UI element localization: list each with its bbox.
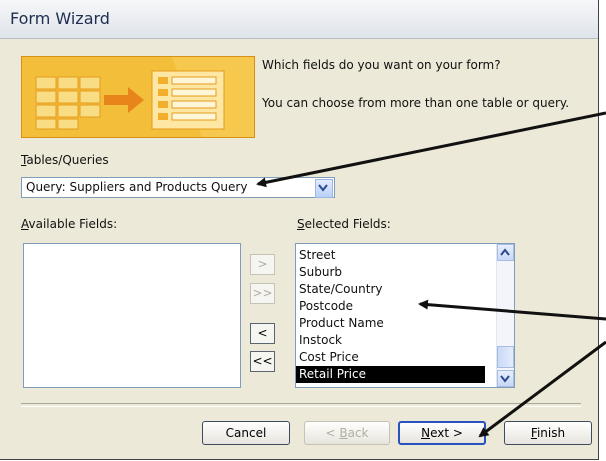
window-title: Form Wizard bbox=[10, 9, 110, 28]
scroll-up-button[interactable] bbox=[497, 244, 514, 261]
chevron-down-icon bbox=[500, 375, 510, 383]
list-item[interactable]: Cost Price bbox=[299, 349, 359, 366]
list-item[interactable]: Street bbox=[299, 247, 335, 264]
chevron-up-icon bbox=[500, 248, 510, 256]
finish-button[interactable]: Finish bbox=[504, 421, 592, 445]
prompt-hint: You can choose from more than one table … bbox=[262, 96, 570, 110]
list-item[interactable]: Postcode bbox=[299, 298, 353, 315]
cancel-button[interactable]: Cancel bbox=[202, 421, 290, 445]
chevron-down-icon bbox=[318, 184, 328, 192]
next-button[interactable]: Next > bbox=[398, 421, 486, 445]
remove-field-button[interactable]: < bbox=[250, 323, 275, 344]
add-all-fields-button[interactable]: >> bbox=[250, 283, 275, 304]
table-to-form-icon bbox=[22, 57, 254, 137]
add-field-button[interactable]: > bbox=[250, 254, 275, 275]
available-fields-list[interactable] bbox=[23, 243, 241, 388]
form-wizard-dialog: Form Wizard Which fields do you want on … bbox=[0, 0, 599, 460]
list-item[interactable]: Instock bbox=[299, 332, 342, 349]
list-item[interactable]: Suburb bbox=[299, 264, 342, 281]
list-item[interactable]: Product Name bbox=[299, 315, 384, 332]
tables-queries-selected: Query: Suppliers and Products Query bbox=[26, 180, 248, 194]
list-item[interactable]: State/Country bbox=[299, 281, 382, 298]
list-item[interactable]: Retail Price bbox=[296, 366, 485, 383]
title-bar: Form Wizard bbox=[0, 0, 598, 39]
scroll-down-button[interactable] bbox=[497, 370, 514, 387]
prompt-question: Which fields do you want on your form? bbox=[262, 58, 501, 72]
dropdown-arrow-button[interactable] bbox=[315, 179, 333, 198]
selected-fields-label: Selected Fields: bbox=[297, 217, 391, 231]
tables-queries-label: Tables/Queries bbox=[21, 153, 109, 167]
selected-fields-list[interactable]: Street Suburb State/Country Postcode Product… bbox=[295, 243, 515, 388]
tables-queries-dropdown[interactable]: Query: Suppliers and Products Query bbox=[21, 177, 335, 198]
wizard-banner-image bbox=[21, 56, 255, 138]
scroll-thumb[interactable] bbox=[497, 346, 514, 368]
back-button[interactable]: < Back bbox=[304, 421, 390, 445]
selected-fields-scrollbar[interactable] bbox=[496, 244, 514, 387]
available-fields-label: Available Fields: bbox=[21, 217, 118, 231]
footer-divider bbox=[21, 403, 581, 407]
remove-all-fields-button[interactable]: << bbox=[250, 351, 275, 372]
